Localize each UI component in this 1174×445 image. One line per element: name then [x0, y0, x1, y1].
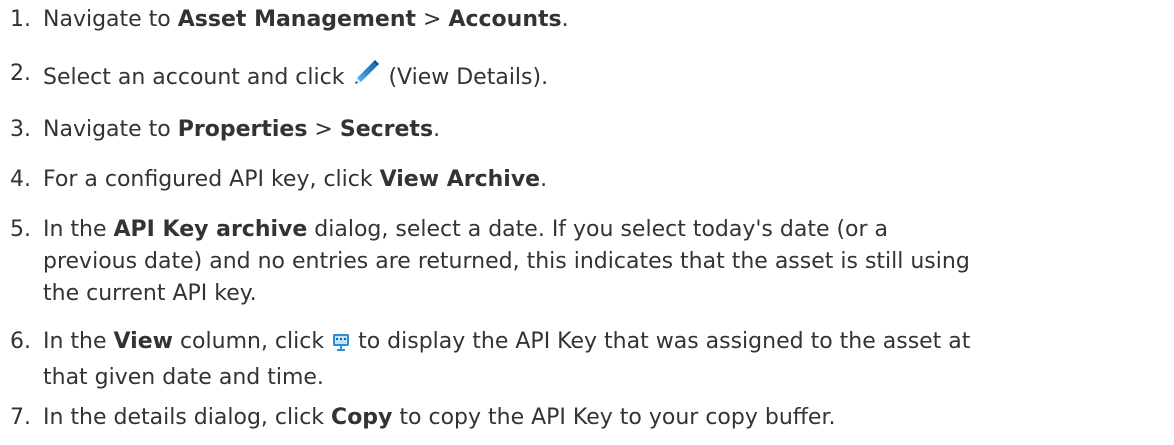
view-archive-label: View Archive	[379, 167, 541, 192]
view-monitor-icon	[331, 330, 351, 362]
copy-label: Copy	[331, 405, 393, 430]
step-number: 2.	[10, 61, 31, 86]
step-number: 7.	[10, 405, 31, 430]
menu-accounts: Accounts	[448, 7, 562, 32]
pencil-icon	[351, 58, 381, 98]
step-number: 4.	[10, 167, 31, 192]
step-text: Navigate to Properties > Secrets.	[43, 117, 441, 142]
step-text: Navigate to Asset Management > Accounts.	[43, 7, 569, 32]
menu-properties: Properties	[177, 117, 308, 142]
menu-asset-management: Asset Management	[177, 7, 417, 32]
menu-secrets: Secrets	[339, 117, 434, 142]
step-number: 3.	[10, 117, 31, 142]
step-text: In the View column, click to display the…	[43, 329, 971, 390]
view-column-label: View	[113, 329, 173, 354]
step-text: In the details dialog, click Copy to cop…	[43, 405, 836, 430]
step-number: 1.	[10, 7, 31, 32]
step-number: 5.	[10, 217, 31, 242]
step-text: Select an account and click (View Detail…	[43, 58, 1153, 98]
api-key-archive-label: API Key archive	[113, 217, 308, 242]
step-text: For a configured API key, click View Arc…	[43, 167, 548, 192]
step-text: In the API Key archive dialog, select a …	[43, 217, 970, 306]
step-number: 6.	[10, 329, 31, 354]
